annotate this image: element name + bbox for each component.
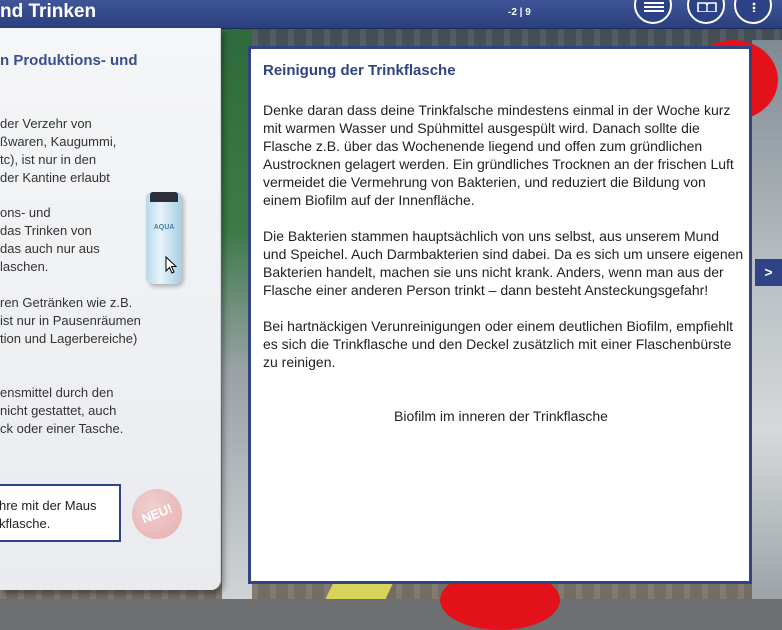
hint-text-line: hre mit der Maus [0, 498, 97, 513]
popup-paragraph: Denke daran dass deine Trinkfalsche mind… [263, 102, 734, 208]
body-text-line: ensmittel durch den [0, 385, 114, 400]
bottle-label: AQUA [153, 224, 175, 231]
info-popup: Reinigung der Trinkflasche Denke daran d… [248, 46, 752, 584]
section-heading: n Produktions- und [0, 52, 138, 69]
body-text-line: laschen. [0, 259, 49, 274]
popup-image-caption: Biofilm im inneren der Trinkflasche [394, 408, 608, 424]
glossary-button[interactable] [687, 0, 725, 24]
body-text-line: das auch nur aus [0, 241, 100, 256]
body-text-line: ren Getränken wie z.B. [0, 295, 133, 310]
body-text-line: der Verzehr von [0, 116, 92, 131]
body-text-line: tc), ist nur in den [0, 152, 97, 167]
top-bar: nd Trinken -2 | 9 [0, 0, 782, 29]
bottle-cap [150, 192, 178, 202]
popup-body: Denke daran dass deine Trinkfalsche mind… [263, 101, 745, 389]
mouse-cursor-icon [165, 255, 178, 279]
body-text-line: ons- und [0, 205, 51, 220]
hint-text-line: kflasche. [0, 516, 51, 531]
page-title: nd Trinken [0, 1, 97, 22]
body-text-line: nicht gestattet, auch [0, 403, 117, 418]
background-machine-right [752, 40, 782, 599]
body-text-line: ßwaren, Kaugummi, [0, 134, 117, 149]
info-button[interactable] [734, 0, 772, 24]
next-page-button[interactable]: > [755, 259, 782, 286]
page-indicator: -2 | 9 [508, 7, 531, 18]
popup-paragraph: Bei hartnäckigen Verunreinigungen oder e… [263, 318, 734, 370]
menu-list-button[interactable] [634, 0, 672, 24]
body-text-line: ist nur in Pausenräumen [0, 313, 141, 328]
body-text-line: der Kantine erlaubt [0, 170, 110, 185]
hint-box: hre mit der Maus kflasche. [0, 484, 121, 542]
popup-paragraph: Die Bakterien stammen hauptsächlich von … [263, 228, 744, 298]
popup-title: Reinigung der Trinkflasche [263, 62, 456, 79]
body-text-line: das Trinken von [0, 223, 92, 238]
body-text-line: ck oder einer Tasche. [0, 421, 124, 436]
content-panel: n Produktions- und der Verzehr von ßware… [0, 28, 221, 590]
body-text-line: tion und Lagerbereiche) [0, 331, 138, 346]
